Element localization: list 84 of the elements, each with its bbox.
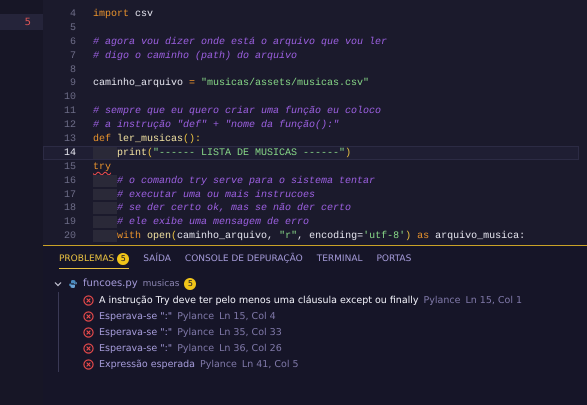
count-badge: 5 bbox=[184, 278, 196, 290]
problem-location: Ln 15, Col 1 bbox=[465, 294, 522, 306]
problem-source: Pylance bbox=[177, 310, 214, 322]
problem-source: Pylance bbox=[200, 358, 237, 370]
line-number: 9 bbox=[68, 77, 76, 90]
error-squiggle-text: try bbox=[93, 160, 112, 173]
problem-item[interactable]: Esperava-se ":" Pylance Ln 15, Col 4 bbox=[83, 308, 587, 324]
code-comment: # digo o caminho (path) do arquivo bbox=[93, 50, 298, 62]
code-operator: = bbox=[189, 77, 196, 90]
panel-tab[interactable]: SAÍDA bbox=[143, 253, 171, 270]
count-badge: 5 bbox=[117, 253, 130, 266]
folder-name: musicas bbox=[142, 278, 180, 289]
code-string: "musicas/assets/musicas.csv" bbox=[200, 77, 370, 90]
line-number: 17 bbox=[62, 188, 76, 200]
problem-message: A instrução Try deve ter pelo menos uma cláusula except ou finally bbox=[99, 294, 419, 306]
error-icon bbox=[83, 342, 94, 354]
code-comment: # executar uma ou mais instrucoes bbox=[117, 188, 316, 200]
code-text: csv bbox=[134, 8, 154, 20]
code-keyword: as bbox=[416, 230, 430, 242]
code-punctuation: ( bbox=[171, 230, 178, 242]
code-keyword: with bbox=[117, 230, 142, 242]
code-comment: # se der certo ok, mas se não der certo bbox=[117, 202, 352, 214]
line-number: 19 bbox=[62, 216, 76, 228]
code-keyword: def bbox=[93, 133, 112, 145]
line-number: 10 bbox=[62, 91, 76, 104]
error-icon bbox=[83, 294, 94, 306]
line-number: 13 bbox=[62, 133, 76, 145]
code-punctuation: ) bbox=[345, 146, 352, 159]
error-icon bbox=[83, 326, 94, 338]
error-icon bbox=[83, 310, 94, 322]
code-punctuation: ( bbox=[147, 146, 154, 159]
code-comment: # ele exibe uma mensagem de erro bbox=[117, 216, 310, 228]
code-function: print bbox=[117, 146, 148, 159]
error-count: 5 bbox=[24, 16, 31, 28]
line-number: 20 bbox=[62, 230, 76, 242]
code-comment: # agora vou dizer onde está o arquivo que vou ler bbox=[93, 36, 388, 48]
code-keyword: import bbox=[93, 8, 130, 20]
code-text: arquivo_musica: bbox=[434, 230, 526, 242]
problem-location: Ln 41, Col 5 bbox=[242, 358, 299, 370]
problem-source: Pylance bbox=[177, 342, 214, 354]
problem-message: Esperava-se ":" bbox=[99, 310, 172, 322]
problem-item[interactable]: Expressão esperada Pylance Ln 41, Col 5 bbox=[83, 356, 587, 372]
file-name[interactable]: funcoes.py bbox=[83, 278, 138, 290]
code-comment: # o comando try serve para o sistema tentar bbox=[117, 174, 376, 187]
line-number: 8 bbox=[68, 64, 76, 76]
code-text: , encoding= bbox=[297, 230, 364, 242]
python-file-icon bbox=[68, 278, 78, 289]
panel-tab[interactable]: PROBLEMAS 5 bbox=[59, 253, 130, 270]
problem-location: Ln 36, Col 26 bbox=[219, 342, 282, 354]
code-comment: # a instrução "def" + "nome da função():" bbox=[93, 119, 340, 132]
line-number: 16 bbox=[62, 174, 76, 187]
code-comment: # sempre que eu quero criar uma função eu coloco bbox=[93, 105, 382, 118]
code-function: open bbox=[146, 230, 172, 242]
error-icon bbox=[83, 358, 94, 370]
code-punctuation: ) bbox=[405, 230, 412, 242]
line-number: 12 bbox=[62, 119, 76, 132]
line-number: 5 bbox=[68, 22, 76, 34]
problem-location: Ln 35, Col 33 bbox=[219, 326, 282, 338]
line-number: 4 bbox=[68, 8, 76, 20]
line-number: 7 bbox=[68, 50, 76, 62]
line-number: 18 bbox=[62, 202, 76, 214]
problem-item[interactable]: A instrução Try deve ter pelo menos uma cláusula except ou finally Pylance Ln 15, Col 1 bbox=[83, 292, 587, 308]
panel-tab[interactable]: CONSOLE DE DEPURAÇÃO bbox=[184, 253, 303, 270]
code-text: caminho_arquivo, bbox=[177, 230, 274, 242]
problem-item[interactable]: Esperava-se ":" Pylance Ln 36, Col 26 bbox=[83, 340, 587, 356]
code-text: caminho_arquivo bbox=[93, 77, 184, 90]
problem-message: Esperava-se ":" bbox=[99, 342, 172, 354]
line-number: 14 bbox=[62, 146, 76, 159]
problem-location: Ln 15, Col 4 bbox=[219, 310, 276, 322]
line-number: 11 bbox=[62, 105, 76, 118]
problem-message: Expressão esperada bbox=[99, 358, 195, 370]
panel-tab[interactable]: TERMINAL bbox=[316, 253, 362, 270]
problem-item[interactable]: Esperava-se ":" Pylance Ln 35, Col 33 bbox=[83, 324, 587, 340]
code-string: 'utf-8' bbox=[363, 230, 406, 242]
code-punctuation: (): bbox=[183, 133, 202, 145]
code-string: "r" bbox=[279, 230, 298, 242]
line-number: 15 bbox=[62, 160, 76, 173]
panel-tab[interactable]: PORTAS bbox=[376, 253, 412, 270]
code-function: ler_musicas bbox=[116, 133, 184, 145]
problem-message: Esperava-se ":" bbox=[99, 326, 172, 338]
line-number: 6 bbox=[68, 36, 76, 48]
problem-source: Pylance bbox=[177, 326, 214, 338]
code-string: "------ LISTA DE MUSICAS ------" bbox=[153, 146, 346, 159]
problem-source: Pylance bbox=[424, 294, 460, 306]
